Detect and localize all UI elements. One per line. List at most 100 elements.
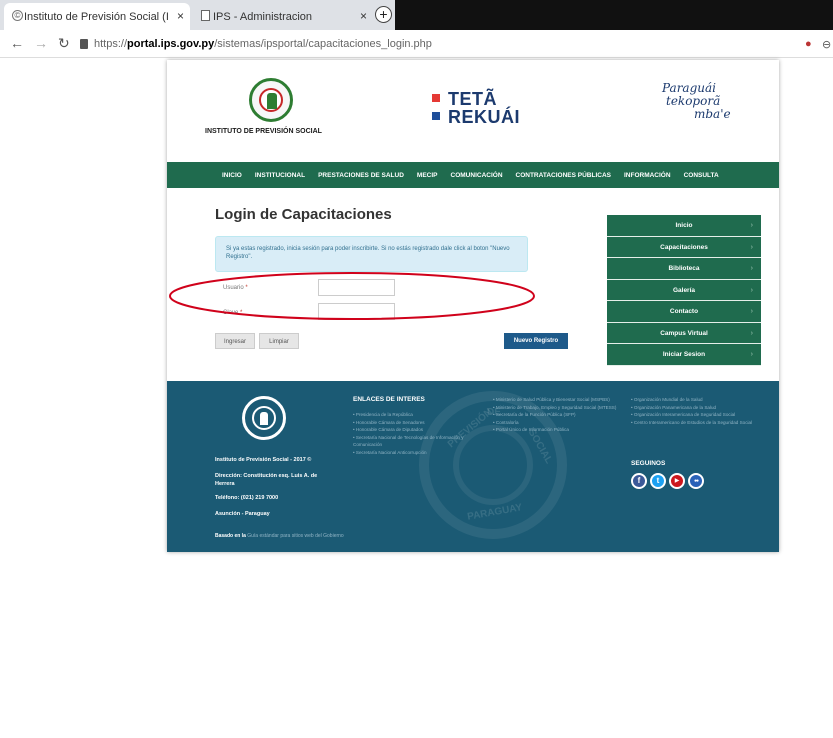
chevron-right-icon: ›: [750, 243, 753, 251]
side-item-biblioteca[interactable]: Biblioteca ›: [607, 258, 761, 280]
info-alert: Si ya estas registrado, inicia sesión pa…: [215, 236, 528, 272]
chevron-right-icon: ›: [750, 222, 753, 229]
slogan-logo: Paraguái tekoporã mba'e: [652, 82, 752, 137]
based-label: Basado en la: [215, 533, 246, 539]
footer-link[interactable]: • Ministerio de Trabajo, Empleo y Seguri…: [493, 404, 619, 412]
required-mark: *: [243, 285, 248, 291]
chevron-right-icon: ›: [750, 286, 753, 294]
footer-link[interactable]: • Contraloría: [493, 419, 619, 427]
nav-prestaciones[interactable]: PRESTACIONES DE SALUD: [318, 172, 404, 179]
chevron-right-icon: ›: [750, 308, 753, 315]
lock-icon: [80, 39, 88, 49]
footer-link[interactable]: • Centro Interamericano de Estudios de l…: [631, 419, 771, 427]
extension-icon[interactable]: ●: [805, 38, 817, 50]
clear-button[interactable]: Limpiar: [259, 333, 299, 349]
footer-link[interactable]: • Honorable Cámara de Senadores: [353, 419, 478, 427]
social-title: SEGUINOS: [631, 460, 666, 467]
chevron-right-icon: ›: [750, 265, 753, 272]
chevron-right-icon: ›: [750, 351, 753, 358]
chevron-right-icon: ›: [750, 329, 753, 337]
url-scheme: https://: [94, 38, 128, 50]
footer-link[interactable]: • Honorable Cámara de Diputados: [353, 426, 478, 434]
login-button[interactable]: Ingresar: [215, 333, 255, 349]
footer-city: Asunción - Paraguay: [215, 511, 270, 517]
side-item-contacto[interactable]: Contacto ›: [607, 301, 761, 323]
close-tab-icon[interactable]: ×: [177, 9, 184, 23]
logo-text: INSTITUTO DE PREVISIÓN SOCIAL: [205, 128, 322, 135]
close-tab-icon[interactable]: ×: [360, 9, 367, 23]
site-favicon-icon: ©: [12, 10, 23, 21]
new-registration-button[interactable]: Nuevo Registro: [504, 333, 568, 349]
footer-link[interactable]: • Organización Panamericana de la Salud: [631, 404, 771, 412]
tab-title: Instituto de Previsión Social (IPS): [24, 10, 169, 23]
facebook-icon[interactable]: f: [631, 473, 647, 489]
page-container: INSTITUTO DE PREVISIÓN SOCIAL TETÃ REKUÁ…: [167, 60, 779, 552]
side-item-label: Campus Virtual: [660, 329, 708, 337]
footer: DE PREVISIÓN SOCIAL PARAGUAY Instituto d…: [167, 381, 779, 552]
footer-link[interactable]: • Ministerio de Salud Pública y Bienesta…: [493, 396, 619, 404]
footer-link[interactable]: • Organización Interamericana de Segurid…: [631, 411, 771, 419]
password-input[interactable]: [318, 303, 395, 320]
side-item-capacitaciones[interactable]: Capacitaciones ›: [607, 236, 761, 258]
side-item-label: Biblioteca: [668, 265, 700, 272]
side-item-inicio[interactable]: Inicio ›: [607, 215, 761, 237]
slogan-line: mba'e: [694, 107, 731, 121]
footer-link[interactable]: • Presidencia de la República: [353, 411, 478, 419]
tab-title: IPS - Administracion: [213, 10, 313, 23]
back-arrow-icon[interactable]: ←: [10, 35, 24, 51]
user-label: Usuario *: [223, 285, 248, 291]
ips-seal-icon: [249, 78, 293, 122]
ips-logo[interactable]: INSTITUTO DE PREVISIÓN SOCIAL: [205, 78, 335, 143]
url-host: portal.ips.gov.py: [127, 38, 215, 50]
nav-informacion[interactable]: INFORMACIÓN: [624, 172, 671, 179]
user-input[interactable]: [318, 279, 395, 296]
footer-link[interactable]: • Secretaría Nacional de Tecnologías de …: [353, 434, 478, 449]
zoom-icon[interactable]: ⊖: [822, 38, 833, 51]
side-menu: Inicio › Capacitaciones › Biblioteca › Gale…: [607, 215, 761, 366]
footer-link[interactable]: • Secretaría de la Función Pública (SFP): [493, 411, 619, 419]
main-nav: INICIO INSTITUCIONAL PRESTACIONES DE SAL…: [167, 162, 779, 188]
teta-rekuai-logo: TETÃ REKUÁI: [432, 89, 542, 130]
nav-institucional[interactable]: INSTITUCIONAL: [255, 172, 305, 179]
watermark-text: PARAGUAY: [466, 502, 524, 523]
password-label-text: Clave: [223, 310, 239, 316]
window-titlebar: [395, 0, 833, 30]
footer-link[interactable]: • Organización Mundial de la Salud: [631, 396, 771, 404]
required-mark: *: [238, 310, 243, 316]
footer-address: Dirección: Constitución esq. Luis A. de …: [215, 473, 318, 487]
side-item-label: Inicio: [675, 222, 693, 229]
password-label: Clave *: [223, 310, 242, 316]
page-title: Login de Capacitaciones: [215, 206, 392, 223]
side-item-campus-virtual[interactable]: Campus Virtual ›: [607, 322, 761, 344]
side-item-label: Iniciar Sesion: [662, 351, 706, 358]
footer-link[interactable]: • Secretaría Nacional Anticorrupción: [353, 449, 478, 457]
nav-contrataciones[interactable]: CONTRATACIONES PÚBLICAS: [516, 172, 611, 179]
reload-icon[interactable]: ↻: [58, 35, 70, 52]
address-bar: ← → ↻ https://portal.ips.gov.py/sistemas…: [0, 30, 833, 58]
side-item-galeria[interactable]: Galería ›: [607, 279, 761, 301]
links-column: • Presidencia de la República • Honorabl…: [353, 411, 478, 456]
footer-link[interactable]: • Portal Único de Información Pública: [493, 426, 619, 434]
nav-consulta[interactable]: CONSULTA: [684, 172, 719, 179]
nav-mecip[interactable]: MECIP: [417, 172, 438, 179]
new-tab-button[interactable]: +: [375, 6, 392, 23]
links-column: • Ministerio de Salud Pública y Bienesta…: [493, 396, 619, 434]
forward-arrow-icon[interactable]: →: [34, 35, 48, 51]
tab-ips-admin[interactable]: IPS - Administracion ×: [193, 3, 373, 30]
links-column: • Organización Mundial de la Salud • Org…: [631, 396, 771, 426]
side-item-label: Contacto: [669, 308, 699, 315]
nav-comunicacion[interactable]: COMUNICACIÓN: [451, 172, 503, 179]
tab-ips[interactable]: © Instituto de Previsión Social (IPS) ×: [4, 3, 190, 30]
footer-copyright: Instituto de Previsión Social - 2017 ©: [215, 457, 312, 463]
side-item-iniciar-sesion[interactable]: Iniciar Sesion ›: [607, 344, 761, 366]
side-item-label: Galería: [672, 286, 696, 294]
url-path: /sistemas/ipsportal/capacitaciones_login…: [214, 38, 432, 50]
url-input[interactable]: https://portal.ips.gov.py/sistemas/ipspo…: [80, 34, 800, 54]
based-link[interactable]: Guía estándar para sitios web del Gobier…: [247, 533, 343, 539]
browser-tab-bar: © Instituto de Previsión Social (IPS) × …: [0, 0, 833, 30]
flickr-icon[interactable]: ●●: [688, 473, 704, 489]
youtube-icon[interactable]: ▶: [669, 473, 685, 489]
footer-phone: Teléfono: (021) 219 7000: [215, 495, 279, 501]
twitter-icon[interactable]: t: [650, 473, 666, 489]
nav-inicio[interactable]: INICIO: [222, 172, 242, 179]
